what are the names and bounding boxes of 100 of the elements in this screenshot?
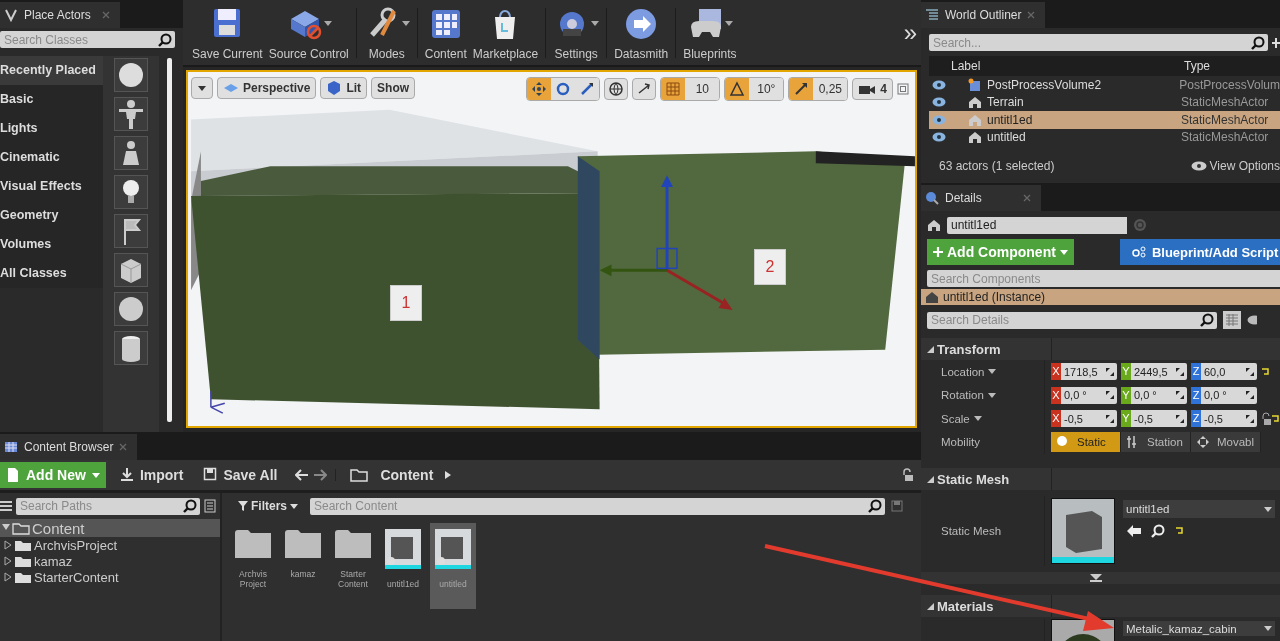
number-field[interactable]: 2449,5	[1131, 363, 1187, 381]
folder-icon	[284, 529, 322, 559]
world-space-button[interactable]	[604, 78, 629, 101]
category-tab[interactable]: Cinematic	[0, 143, 103, 172]
asset-tile[interactable]: Starter Content	[330, 523, 376, 609]
number-field[interactable]: 0,0 °	[1201, 386, 1257, 404]
property-label[interactable]: Scale	[941, 412, 970, 425]
surface-snap-button[interactable]	[632, 78, 657, 101]
details-tab[interactable]: Details	[921, 185, 1041, 211]
search-field[interactable]: Search...	[929, 34, 1248, 51]
toolbar-button[interactable]: Blueprints	[680, 4, 740, 61]
place-actors-tab[interactable]: Place Actors	[0, 2, 120, 28]
search-field[interactable]: Search Classes	[0, 31, 155, 48]
toolbar-button[interactable]: Modes	[360, 4, 413, 61]
folder-tree-item[interactable]: kamaz	[0, 553, 220, 569]
snap-toggle[interactable]	[661, 78, 686, 101]
drag-handle-icon	[1246, 391, 1254, 400]
number-field[interactable]: 1718,5	[1061, 363, 1117, 381]
category-tab[interactable]: All Classes	[0, 259, 103, 288]
dropdown-button[interactable]	[191, 77, 213, 100]
category-tab[interactable]: Geometry	[0, 201, 103, 230]
category-tab[interactable]: Volumes	[0, 230, 103, 259]
forward-arrow-icon	[313, 469, 328, 481]
snap-toggle[interactable]	[725, 78, 750, 101]
property-label[interactable]: Rotation	[941, 389, 984, 402]
component-row[interactable]: untitl1ed (Instance)	[921, 289, 1280, 305]
category-tab[interactable]: Visual Effects	[0, 172, 103, 201]
content-browser-tab[interactable]: Content Browser	[0, 434, 138, 460]
number-field[interactable]: -0,5	[1201, 410, 1257, 428]
transform-mode-button[interactable]	[551, 78, 576, 101]
toolbar-button[interactable]: Save All	[197, 462, 284, 488]
snap-toggle[interactable]	[789, 78, 814, 101]
viewport[interactable]: Perspective Lit Show 10 10° 0,25 4 1 2	[186, 70, 917, 428]
filters-button[interactable]: Filters	[232, 498, 304, 514]
outliner-row[interactable]: PostProcessVolume2 PostProcessVolum	[929, 76, 1280, 94]
category-tab[interactable]: Recently Placed	[0, 56, 103, 85]
outliner-row[interactable]: Terrain StaticMeshActor	[929, 93, 1280, 111]
outliner-row[interactable]: untitl1ed StaticMeshActor	[929, 111, 1280, 129]
collapse-triangle-icon	[927, 345, 934, 353]
asset-dropdown[interactable]: untitl1ed	[1123, 500, 1275, 518]
asset-tile[interactable]: kamaz	[280, 523, 326, 609]
gizmo-plane-handle[interactable]	[656, 248, 678, 270]
actor-thumbnail[interactable]	[114, 175, 148, 209]
mobility-option[interactable]: Station	[1121, 432, 1191, 453]
number-field[interactable]: 60,0	[1201, 363, 1257, 381]
search-field[interactable]: Search Content	[310, 497, 865, 515]
toolbar-button[interactable]: Settings	[550, 4, 603, 61]
outliner-row[interactable]: untitled StaticMeshActor	[929, 128, 1280, 146]
toolbar-button[interactable]: Save Current	[189, 4, 266, 61]
world-outliner-tab[interactable]: World Outliner	[921, 2, 1046, 28]
actor-thumbnail[interactable]	[114, 214, 148, 248]
column-header[interactable]: Label	[929, 59, 1184, 73]
mobility-option[interactable]: Static	[1051, 432, 1121, 453]
transform-mode-button[interactable]	[575, 78, 600, 101]
view-button[interactable]: Lit	[320, 77, 368, 100]
blueprint-button[interactable]: Blueprint/Add Script	[1119, 239, 1280, 265]
view-button[interactable]: Show	[371, 77, 416, 100]
asset-tile[interactable]: Archvis Project	[230, 523, 276, 609]
mobility-option[interactable]: Movabl	[1191, 432, 1261, 453]
path-breadcrumb[interactable]: Content	[344, 466, 458, 484]
folder-tree-item[interactable]: StarterContent	[0, 569, 220, 585]
overflow-button[interactable]: »	[903, 18, 917, 47]
actor-thumbnail[interactable]	[114, 97, 148, 131]
toolbar-button[interactable]: Content	[421, 4, 470, 61]
folder-tree-item[interactable]: Content	[0, 519, 220, 537]
number-field[interactable]: -0,5	[1131, 410, 1187, 428]
actor-thumbnail[interactable]	[114, 136, 148, 170]
asset-tile[interactable]: untitl1ed	[380, 523, 426, 609]
number-field[interactable]: 0,0 °	[1131, 386, 1187, 404]
axis-label: Z	[1191, 363, 1201, 381]
actor-thumbnail[interactable]	[114, 253, 148, 287]
toolbar-button[interactable]: Datasmith	[611, 4, 672, 61]
snap-value-button[interactable]: 10°	[749, 78, 784, 101]
view-button[interactable]: Perspective	[217, 77, 317, 100]
category-tab[interactable]: Lights	[0, 114, 103, 143]
number-field[interactable]: -0,5	[1061, 410, 1117, 428]
column-header[interactable]: Type	[1184, 59, 1210, 73]
view-options-button[interactable]: View Options	[1190, 159, 1280, 173]
camera-speed-button[interactable]: 4	[852, 78, 893, 101]
snap-value-button[interactable]: 0,25	[813, 78, 848, 101]
search-field[interactable]: Search Details	[927, 311, 1197, 329]
actor-thumbnail[interactable]	[114, 331, 148, 365]
toolbar-button[interactable]: Source Control	[265, 4, 352, 61]
search-field[interactable]: Search Components	[927, 270, 1280, 287]
search-icon	[1200, 313, 1214, 327]
category-tab[interactable]: Basic	[0, 85, 103, 114]
actor-thumbnail[interactable]	[114, 58, 148, 92]
name-field[interactable]: untitl1ed	[947, 216, 1127, 234]
transform-mode-button[interactable]	[527, 78, 552, 101]
textured-box-drawing[interactable]	[191, 166, 600, 410]
toolbar-button[interactable]: Import	[113, 462, 190, 488]
property-label[interactable]: Location	[941, 365, 985, 378]
number-field[interactable]: 0,0 °	[1061, 386, 1117, 404]
folder-tree-item[interactable]: ArchvisProject	[0, 537, 220, 553]
toolbar-button[interactable]: Marketplace	[469, 4, 542, 61]
scrollbar[interactable]	[167, 58, 172, 422]
asset-dropdown[interactable]: Metalic_kamaz_cabin	[1123, 621, 1275, 636]
search-field[interactable]: Search Paths	[16, 497, 180, 515]
actor-thumbnail[interactable]	[114, 292, 148, 326]
snap-value-button[interactable]: 10	[685, 78, 720, 101]
